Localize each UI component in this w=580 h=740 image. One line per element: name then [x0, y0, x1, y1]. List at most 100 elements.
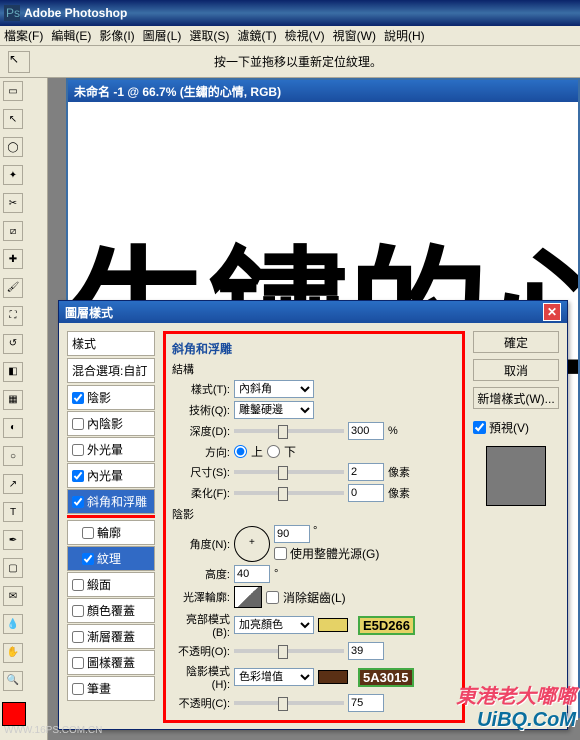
close-icon[interactable]: ✕ [543, 303, 561, 321]
menu-help[interactable]: 說明(H) [384, 27, 425, 44]
cb-gradient-overlay[interactable] [72, 631, 84, 643]
angle-dial[interactable] [234, 526, 270, 562]
ok-button[interactable]: 確定 [473, 331, 559, 353]
size-slider[interactable] [234, 470, 344, 474]
cb-inner-shadow[interactable] [72, 418, 84, 430]
history-tool-icon[interactable]: ↺ [3, 334, 23, 354]
cb-outer-glow[interactable] [72, 444, 84, 456]
stamp-tool-icon[interactable]: ⛶ [3, 306, 23, 326]
cb-inner-glow[interactable] [72, 470, 84, 482]
depth-input[interactable] [348, 422, 384, 440]
path-tool-icon[interactable]: ↗ [3, 474, 23, 494]
cb-texture[interactable] [82, 553, 94, 565]
shape-tool-icon[interactable]: ▢ [3, 558, 23, 578]
style-texture[interactable]: 紋理 [67, 546, 155, 571]
highlight-mode-select[interactable]: 加亮顏色 [234, 616, 314, 634]
style-drop-shadow[interactable]: 陰影 [67, 385, 155, 410]
brush-tool-icon[interactable]: 🖌 [3, 278, 23, 298]
eraser-tool-icon[interactable]: ◧ [3, 362, 23, 382]
style-satin[interactable]: 緞面 [67, 572, 155, 597]
notes-tool-icon[interactable]: ✉ [3, 586, 23, 606]
structure-label: 結構 [172, 361, 456, 377]
style-bevel[interactable]: 斜角和浮雕 [67, 489, 155, 514]
menu-window[interactable]: 視窗(W) [333, 27, 376, 44]
dir-down-radio[interactable] [267, 445, 280, 458]
menu-select[interactable]: 選取(S) [189, 27, 229, 44]
cb-drop-shadow[interactable] [72, 392, 84, 404]
depth-slider[interactable] [234, 429, 344, 433]
soften-input[interactable] [348, 484, 384, 502]
style-pattern-overlay[interactable]: 圖樣覆蓋 [67, 650, 155, 675]
cb-contour[interactable] [82, 527, 94, 539]
preview-cb[interactable] [473, 421, 486, 434]
cb-stroke[interactable] [72, 683, 84, 695]
options-hint: 按一下並拖移以重新定位紋理。 [214, 53, 382, 70]
hand-tool-icon[interactable]: ✋ [3, 643, 23, 663]
lasso-tool-icon[interactable]: ◯ [3, 137, 23, 157]
menu-filter[interactable]: 濾鏡(T) [237, 27, 276, 44]
shadow-opacity-input[interactable] [348, 694, 384, 712]
dodge-tool-icon[interactable]: ○ [3, 446, 23, 466]
cancel-button[interactable]: 取消 [473, 359, 559, 381]
style-gradient-overlay[interactable]: 漸層覆蓋 [67, 624, 155, 649]
cb-satin[interactable] [72, 579, 84, 591]
pen-tool-icon[interactable]: ✒ [3, 530, 23, 550]
style-select[interactable]: 內斜角 [234, 380, 314, 398]
style-inner-glow[interactable]: 內光暈 [67, 463, 155, 488]
shadow-opacity-slider[interactable] [234, 701, 344, 705]
crop-tool-icon[interactable]: ✂ [3, 193, 23, 213]
style-outer-glow[interactable]: 外光暈 [67, 437, 155, 462]
move-tool-icon[interactable]: ↖ [3, 109, 23, 129]
zoom-tool-icon[interactable]: 🔍 [3, 671, 23, 691]
cb-pattern-overlay[interactable] [72, 657, 84, 669]
document-title: 未命名 -1 @ 66.7% (生鏽的心情, RGB) [68, 80, 578, 102]
gradient-tool-icon[interactable]: ▦ [3, 390, 23, 410]
style-inner-shadow[interactable]: 內陰影 [67, 411, 155, 436]
foreground-color[interactable] [2, 702, 26, 726]
styles-header[interactable]: 樣式 [67, 331, 155, 356]
size-label: 尺寸(S): [172, 464, 230, 480]
menu-edit[interactable]: 編輯(E) [51, 27, 91, 44]
style-stroke[interactable]: 筆畫 [67, 676, 155, 701]
menu-layer[interactable]: 圖層(L) [143, 27, 182, 44]
soften-slider[interactable] [234, 491, 344, 495]
dialog-title: 圖層樣式 [65, 304, 113, 321]
highlight-opacity-input[interactable] [348, 642, 384, 660]
eyedrop-tool-icon[interactable]: 💧 [3, 614, 23, 634]
altitude-input[interactable] [234, 565, 270, 583]
highlight-color[interactable] [318, 618, 348, 632]
marquee-tool-icon[interactable]: ▭ [3, 81, 23, 101]
menu-file[interactable]: 檔案(F) [4, 27, 43, 44]
styles-list: 樣式 混合選項:自訂 陰影 內陰影 外光暈 內光暈 斜角和浮雕 輪廓 紋理 緞面… [67, 331, 155, 723]
global-light-cb[interactable] [274, 545, 287, 562]
gloss-contour[interactable] [234, 586, 262, 608]
shadow-mode-select[interactable]: 色彩增值 [234, 668, 314, 686]
menu-view[interactable]: 檢視(V) [285, 27, 325, 44]
shadow-color[interactable] [318, 670, 348, 684]
slice-tool-icon[interactable]: ⧄ [3, 221, 23, 241]
tech-select[interactable]: 雕鑿硬邊 [234, 401, 314, 419]
style-contour[interactable]: 輪廓 [67, 520, 155, 545]
dir-up-radio[interactable] [234, 445, 247, 458]
type-tool-icon[interactable]: T [3, 502, 23, 522]
cb-bevel[interactable] [72, 496, 84, 508]
menu-image[interactable]: 影像(I) [99, 27, 134, 44]
app-titlebar: Ps Adobe Photoshop [0, 0, 580, 26]
cb-color-overlay[interactable] [72, 605, 84, 617]
move-tool-icon[interactable]: ↖ [8, 51, 30, 73]
blur-tool-icon[interactable]: ◐ [3, 418, 23, 438]
options-bar: ↖ 按一下並拖移以重新定位紋理。 [0, 46, 580, 78]
tech-label: 技術(Q): [172, 402, 230, 418]
antialias-cb[interactable] [266, 591, 279, 604]
angle-input[interactable] [274, 525, 310, 543]
altitude-label: 高度: [172, 566, 230, 582]
wand-tool-icon[interactable]: ✦ [3, 165, 23, 185]
heal-tool-icon[interactable]: ✚ [3, 249, 23, 269]
highlight-hex: E5D266 [358, 616, 415, 635]
style-color-overlay[interactable]: 顏色覆蓋 [67, 598, 155, 623]
shading-label: 陰影 [172, 506, 456, 522]
blend-options[interactable]: 混合選項:自訂 [67, 358, 155, 383]
size-input[interactable] [348, 463, 384, 481]
new-style-button[interactable]: 新增樣式(W)... [473, 387, 559, 409]
highlight-opacity-slider[interactable] [234, 649, 344, 653]
